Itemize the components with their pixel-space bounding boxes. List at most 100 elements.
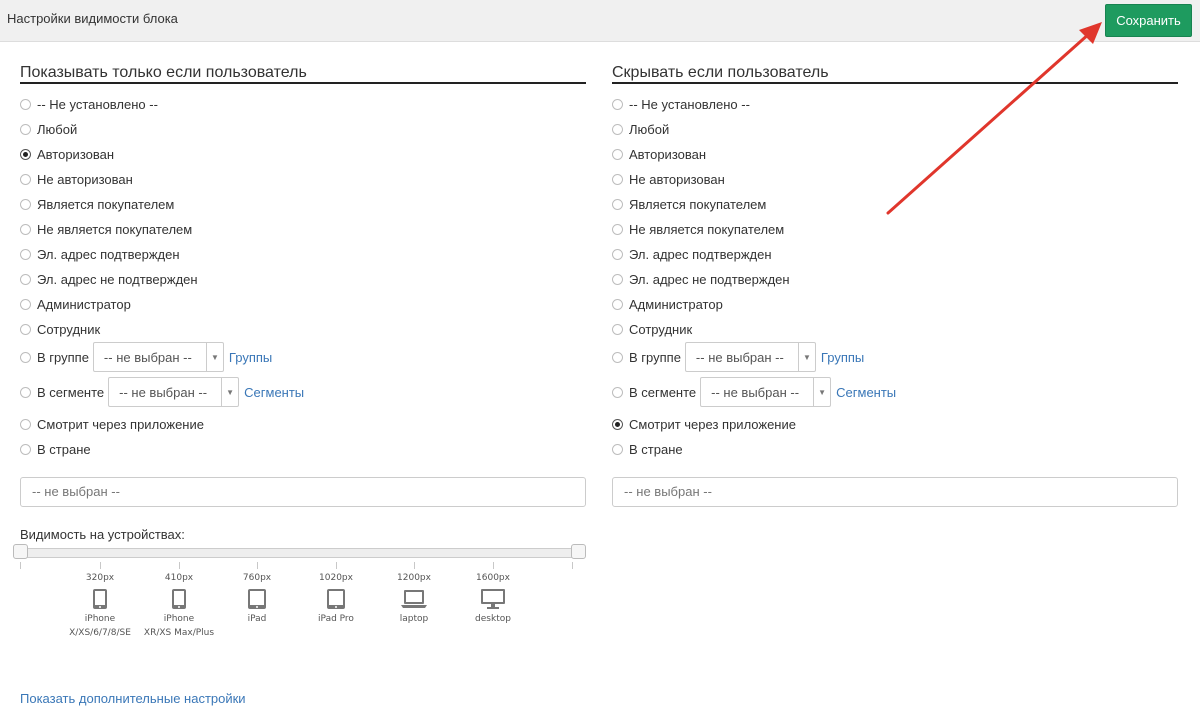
radio-label: В группе <box>629 349 681 365</box>
hide-column-title: Скрывать если пользователь <box>612 62 1178 84</box>
radio-label: Эл. адрес подтвержден <box>629 246 772 262</box>
radio-button[interactable] <box>612 273 623 285</box>
radio-button[interactable] <box>612 323 623 335</box>
device-range-slider[interactable] <box>20 548 580 558</box>
radio-option[interactable]: Является покупателем <box>20 194 174 214</box>
radio-option[interactable]: Эл. адрес подтвержден <box>20 244 180 264</box>
device-laptop: 1200px laptop <box>369 571 459 626</box>
radio-option[interactable]: Любой <box>612 119 669 139</box>
device-breakpoint: 760px <box>242 573 272 583</box>
radio-label: Не является покупателем <box>629 221 785 237</box>
radio-option[interactable]: Эл. адрес не подтвержден <box>20 269 198 289</box>
country-select[interactable]: -- не выбран -- <box>612 477 1178 507</box>
segment-select[interactable]: -- не выбран -- ▼ <box>700 377 832 407</box>
radio-option[interactable]: Эл. адрес не подтвержден <box>612 269 790 289</box>
radio-button[interactable] <box>20 443 31 455</box>
device-name: laptop <box>399 614 429 624</box>
radio-button[interactable] <box>612 98 623 110</box>
segments-link[interactable]: Сегменты <box>836 385 896 400</box>
radio-button[interactable] <box>612 386 623 398</box>
radio-option[interactable]: Администратор <box>20 294 131 314</box>
show-more-settings-link[interactable]: Показать дополнительные настройки <box>20 691 246 706</box>
radio-option[interactable]: В сегменте -- не выбран -- ▼ Сегменты <box>20 377 304 407</box>
radio-label: Авторизован <box>37 146 115 162</box>
radio-button[interactable] <box>20 198 31 210</box>
desktop-icon <box>448 588 538 610</box>
radio-option[interactable]: -- Не установлено -- <box>612 94 750 114</box>
country-select[interactable]: -- не выбран -- <box>20 477 586 507</box>
group-select[interactable]: -- не выбран -- ▼ <box>684 342 816 372</box>
radio-button[interactable] <box>612 351 623 363</box>
chevron-down-icon[interactable]: ▼ <box>797 343 815 371</box>
radio-option[interactable]: Сотрудник <box>612 319 692 339</box>
radio-label: -- Не установлено -- <box>629 96 750 112</box>
radio-option[interactable]: В группе -- не выбран -- ▼ Группы <box>20 342 272 372</box>
radio-button[interactable] <box>20 386 31 398</box>
segments-link[interactable]: Сегменты <box>244 385 304 400</box>
radio-option[interactable]: Администратор <box>612 294 723 314</box>
slider-handle-start[interactable] <box>13 544 28 559</box>
radio-button[interactable] <box>20 98 31 110</box>
radio-button[interactable] <box>20 418 31 430</box>
radio-option[interactable]: Эл. адрес подтвержден <box>612 244 772 264</box>
device-iphone: 410px iPhone XR/XS Max/Plus <box>134 571 224 640</box>
radio-option[interactable]: В стране <box>612 439 683 459</box>
slider-tick <box>100 562 101 569</box>
radio-option[interactable]: Любой <box>20 119 77 139</box>
device-breakpoint: 410px <box>164 573 194 583</box>
radio-label: Администратор <box>37 296 131 312</box>
radio-label: Администратор <box>629 296 723 312</box>
chevron-down-icon[interactable]: ▼ <box>813 378 830 406</box>
radio-label: Эл. адрес подтвержден <box>37 246 180 262</box>
device-name: iPad Pro <box>318 614 354 624</box>
group-select[interactable]: -- не выбран -- ▼ <box>92 342 224 372</box>
radio-button[interactable] <box>612 148 623 160</box>
radio-option[interactable]: Не является покупателем <box>612 219 784 239</box>
radio-option[interactable]: В сегменте -- не выбран -- ▼ Сегменты <box>612 377 896 407</box>
radio-button[interactable] <box>20 273 31 285</box>
radio-option[interactable]: В группе -- не выбран -- ▼ Группы <box>612 342 864 372</box>
radio-option[interactable]: Смотрит через приложение <box>612 414 796 434</box>
radio-label: В стране <box>37 441 91 457</box>
groups-link[interactable]: Группы <box>229 350 272 365</box>
segment-select[interactable]: -- не выбран -- ▼ <box>108 377 240 407</box>
radio-button[interactable] <box>612 173 623 185</box>
slider-handle-end[interactable] <box>571 544 586 559</box>
radio-option[interactable]: Не авторизован <box>612 169 725 189</box>
radio-option[interactable]: Авторизован <box>612 144 706 164</box>
show-column-title: Показывать только если пользователь <box>20 62 586 84</box>
radio-option[interactable]: -- Не установлено -- <box>20 94 158 114</box>
select-value: -- не выбран -- <box>119 384 208 400</box>
radio-option[interactable]: Смотрит через приложение <box>20 414 204 434</box>
tablet-icon <box>291 588 381 610</box>
radio-button[interactable] <box>20 148 31 160</box>
radio-button[interactable] <box>612 223 623 235</box>
radio-label: Является покупателем <box>629 196 767 212</box>
groups-link[interactable]: Группы <box>821 350 864 365</box>
radio-button[interactable] <box>612 123 623 135</box>
radio-button[interactable] <box>612 298 623 310</box>
radio-button[interactable] <box>612 198 623 210</box>
radio-button[interactable] <box>20 351 31 363</box>
select-value: -- не выбран -- <box>711 384 800 400</box>
radio-button[interactable] <box>20 298 31 310</box>
radio-option[interactable]: Не авторизован <box>20 169 133 189</box>
radio-option[interactable]: В стране <box>20 439 91 459</box>
radio-button[interactable] <box>612 418 623 430</box>
select-value: -- не выбран -- <box>695 349 784 365</box>
radio-button[interactable] <box>20 323 31 335</box>
chevron-down-icon[interactable]: ▼ <box>221 378 238 406</box>
save-button[interactable]: Сохранить <box>1105 4 1192 37</box>
slider-tick <box>336 562 337 569</box>
radio-button[interactable] <box>612 248 623 260</box>
radio-button[interactable] <box>20 173 31 185</box>
radio-button[interactable] <box>20 123 31 135</box>
radio-button[interactable] <box>20 248 31 260</box>
radio-option[interactable]: Авторизован <box>20 144 114 164</box>
radio-option[interactable]: Сотрудник <box>20 319 100 339</box>
radio-button[interactable] <box>20 223 31 235</box>
chevron-down-icon[interactable]: ▼ <box>205 343 223 371</box>
radio-button[interactable] <box>612 443 623 455</box>
radio-option[interactable]: Является покупателем <box>612 194 766 214</box>
radio-option[interactable]: Не является покупателем <box>20 219 192 239</box>
